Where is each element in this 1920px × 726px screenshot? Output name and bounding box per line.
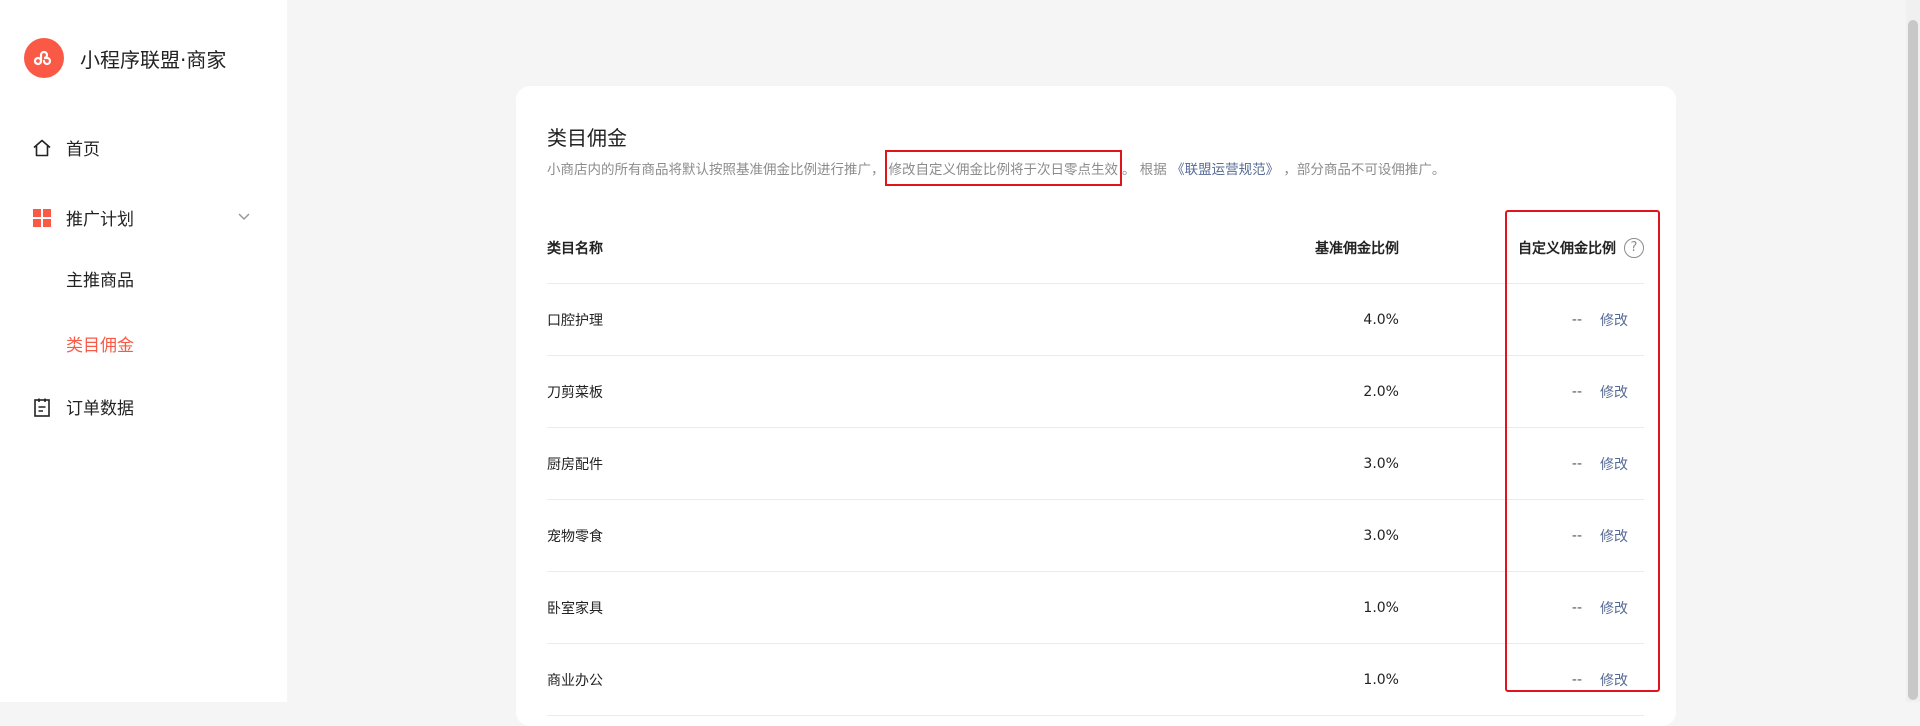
sidebar-item-featured-products[interactable]: 主推商品 xyxy=(66,266,134,291)
commission-table: 类目名称 基准佣金比例 自定义佣金比例 ? 口腔护理 4.0% -- 修改 刀剪… xyxy=(547,212,1644,716)
custom-commission-value: -- xyxy=(1571,671,1582,688)
header-base-commission: 基准佣金比例 xyxy=(1315,240,1399,257)
chevron-down-icon[interactable] xyxy=(236,208,252,224)
table-row: 口腔护理 4.0% -- 修改 xyxy=(547,284,1644,356)
edit-link[interactable]: 修改 xyxy=(1600,526,1628,546)
clipboard-icon xyxy=(32,397,52,417)
table-row: 商业办公 1.0% -- 修改 xyxy=(547,644,1644,716)
base-commission: 1.0% xyxy=(1363,671,1399,688)
category-name: 宠物零食 xyxy=(547,528,603,545)
table-row: 厨房配件 3.0% -- 修改 xyxy=(547,428,1644,500)
sidebar-item-home[interactable]: 首页 xyxy=(32,135,100,160)
sidebar-item-order-data[interactable]: 订单数据 xyxy=(32,394,134,419)
sidebar-item-label: 推广计划 xyxy=(66,210,134,230)
operation-rules-link[interactable]: 《联盟运营规范》 xyxy=(1171,162,1279,178)
base-commission: 4.0% xyxy=(1363,311,1399,328)
miniprogram-logo-icon xyxy=(24,38,64,78)
custom-commission-value: -- xyxy=(1571,311,1582,328)
sidebar-item-label: 订单数据 xyxy=(66,399,134,419)
sidebar-item-category-commission[interactable]: 类目佣金 xyxy=(66,331,134,356)
custom-commission: -- 修改 xyxy=(1572,670,1644,690)
home-icon xyxy=(32,138,52,158)
scrollbar[interactable] xyxy=(1906,0,1920,702)
header-category-name: 类目名称 xyxy=(547,240,603,257)
edit-link[interactable]: 修改 xyxy=(1600,310,1628,330)
question-icon[interactable]: ? xyxy=(1624,237,1644,258)
edit-link[interactable]: 修改 xyxy=(1600,454,1628,474)
sidebar-item-promotion-plan[interactable]: 推广计划 xyxy=(32,205,134,230)
base-commission: 3.0% xyxy=(1363,527,1399,544)
base-commission: 2.0% xyxy=(1363,383,1399,400)
edit-link[interactable]: 修改 xyxy=(1600,598,1628,618)
description-prefix: 小商店内的所有商品将默认按照基准佣金比例进行推广， xyxy=(547,162,885,178)
description-mid: 。 根据 xyxy=(1122,162,1172,178)
custom-commission-value: -- xyxy=(1571,599,1582,616)
category-name: 商业办公 xyxy=(547,672,603,689)
brand[interactable]: 小程序联盟·商家 xyxy=(24,38,226,78)
description-suffix: ，部分商品不可设佣推广。 xyxy=(1279,162,1446,178)
custom-commission: -- 修改 xyxy=(1572,382,1644,402)
custom-commission: -- 修改 xyxy=(1572,310,1644,330)
grid-icon xyxy=(32,208,52,228)
category-name: 卧室家具 xyxy=(547,600,603,617)
custom-commission: -- 修改 xyxy=(1572,526,1644,546)
description: 小商店内的所有商品将默认按照基准佣金比例进行推广， 修改自定义佣金比例将于次日零点… xyxy=(547,150,1446,186)
sidebar-item-label: 首页 xyxy=(66,140,100,160)
sidebar: 小程序联盟·商家 首页 推广计划 主推商品 类目佣金 订单数据 xyxy=(0,0,287,702)
page-title: 类目佣金 xyxy=(547,126,627,150)
table-row: 宠物零食 3.0% -- 修改 xyxy=(547,500,1644,572)
custom-commission-value: -- xyxy=(1571,383,1582,400)
edit-link[interactable]: 修改 xyxy=(1600,670,1628,690)
custom-commission-value: -- xyxy=(1571,455,1582,472)
category-name: 口腔护理 xyxy=(547,312,603,329)
scrollbar-thumb[interactable] xyxy=(1908,20,1918,700)
custom-commission: -- 修改 xyxy=(1572,598,1644,618)
base-commission: 1.0% xyxy=(1363,599,1399,616)
base-commission: 3.0% xyxy=(1363,455,1399,472)
category-name: 厨房配件 xyxy=(547,456,603,473)
table-header: 类目名称 基准佣金比例 自定义佣金比例 ? xyxy=(547,212,1644,284)
custom-commission-value: -- xyxy=(1571,527,1582,544)
custom-commission: -- 修改 xyxy=(1572,454,1644,474)
table-row: 卧室家具 1.0% -- 修改 xyxy=(547,572,1644,644)
table-row: 刀剪菜板 2.0% -- 修改 xyxy=(547,356,1644,428)
edit-link[interactable]: 修改 xyxy=(1600,382,1628,402)
header-custom-label: 自定义佣金比例 xyxy=(1518,240,1616,257)
category-commission-card: 类目佣金 小商店内的所有商品将默认按照基准佣金比例进行推广， 修改自定义佣金比例将… xyxy=(516,86,1676,726)
header-custom-commission: 自定义佣金比例 ? xyxy=(1518,237,1644,258)
category-name: 刀剪菜板 xyxy=(547,384,603,401)
brand-name: 小程序联盟·商家 xyxy=(80,47,227,72)
description-highlight: 修改自定义佣金比例将于次日零点生效 xyxy=(884,150,1122,186)
